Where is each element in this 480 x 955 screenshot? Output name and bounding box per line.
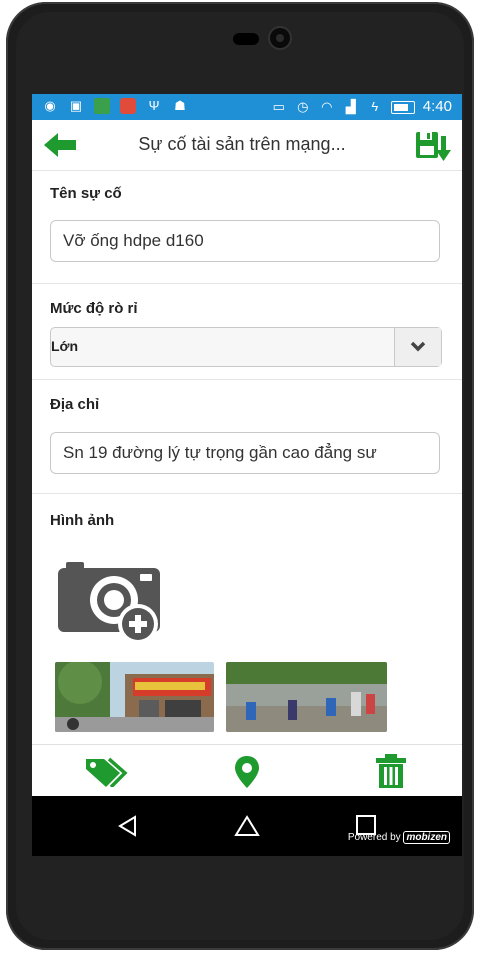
back-button[interactable]: [42, 130, 78, 160]
wifi-icon: ◠: [321, 99, 333, 114]
bottom-action-bar: [32, 744, 462, 797]
tag-icon: [86, 757, 128, 789]
photo-1: [55, 662, 214, 732]
status-time: 4:40: [422, 98, 452, 115]
tag-button[interactable]: [84, 757, 128, 789]
address-section: Địa chỉ Sn 19 đường lý tự trọng gần cao …: [32, 380, 462, 494]
location-button[interactable]: [234, 755, 260, 789]
cast-icon: ▭: [272, 99, 285, 114]
watermark-brand: mobizen: [403, 831, 450, 844]
delete-button[interactable]: [375, 753, 407, 789]
home-triangle-icon: [234, 815, 260, 836]
app-screen: ◉ ▣ Ψ ☗ ▭ ◷ ◠ ▟ ϟ 4:40 Sự cố tài sản trê…: [32, 94, 462, 856]
system-nav-bar: Powered by mobizen: [32, 796, 462, 856]
incident-name-input[interactable]: Vỡ ống hdpe d160: [50, 220, 440, 262]
save-download-icon: [416, 132, 451, 161]
charging-icon: ϟ: [371, 99, 379, 114]
incident-name-label: Tên sự cố: [50, 185, 122, 202]
signal-icon: ▟: [345, 99, 356, 114]
nav-home-button[interactable]: [234, 814, 260, 838]
usb-icon: Ψ: [148, 98, 160, 113]
trash-icon: [376, 754, 406, 788]
arrow-left-icon: [44, 133, 76, 157]
battery-icon: [390, 100, 415, 114]
leak-level-section: Mức độ rò rỉ Lớn: [32, 284, 462, 380]
images-label: Hình ảnh: [50, 512, 115, 529]
save-button[interactable]: [415, 130, 451, 164]
photo-2: [226, 662, 387, 732]
leak-level-value: Lớn: [51, 338, 79, 354]
status-bar: ◉ ▣ Ψ ☗ ▭ ◷ ◠ ▟ ϟ 4:40: [32, 94, 462, 120]
address-label: Địa chỉ: [50, 396, 100, 413]
location-pin-icon: [235, 756, 259, 788]
address-input[interactable]: Sn 19 đường lý tự trọng gần cao đẳng sư: [50, 432, 440, 474]
notification-icon: ◉: [44, 98, 56, 113]
chevron-down-icon: [410, 341, 426, 352]
mobizen-watermark: Powered by mobizen: [347, 831, 450, 844]
nav-back-button[interactable]: [116, 814, 140, 838]
alarm-icon: ◷: [297, 99, 309, 114]
app-notification-icon: [94, 98, 110, 114]
triangle-back-icon: [118, 815, 136, 837]
add-photo-icon: [58, 562, 160, 644]
watermark-prefix: Powered by: [347, 832, 401, 843]
photo-thumbnail-1[interactable]: [55, 662, 214, 732]
message-icon: ▣: [69, 98, 83, 113]
android-debug-icon: ☗: [174, 98, 186, 113]
dropdown-button[interactable]: [394, 328, 441, 366]
leak-level-label: Mức độ rò rỉ: [50, 300, 138, 317]
mobizen-icon: [120, 98, 136, 114]
leak-level-select[interactable]: Lớn: [50, 327, 442, 367]
incident-name-section: Tên sự cố Vỡ ống hdpe d160: [32, 171, 462, 284]
photo-thumbnail-2[interactable]: [226, 662, 387, 732]
app-bar: Sự cố tài sản trên mạng...: [32, 120, 462, 171]
front-camera: [270, 28, 290, 48]
add-photo-button[interactable]: [56, 554, 164, 646]
earpiece: [233, 33, 259, 45]
page-title: Sự cố tài sản trên mạng...: [138, 134, 346, 154]
